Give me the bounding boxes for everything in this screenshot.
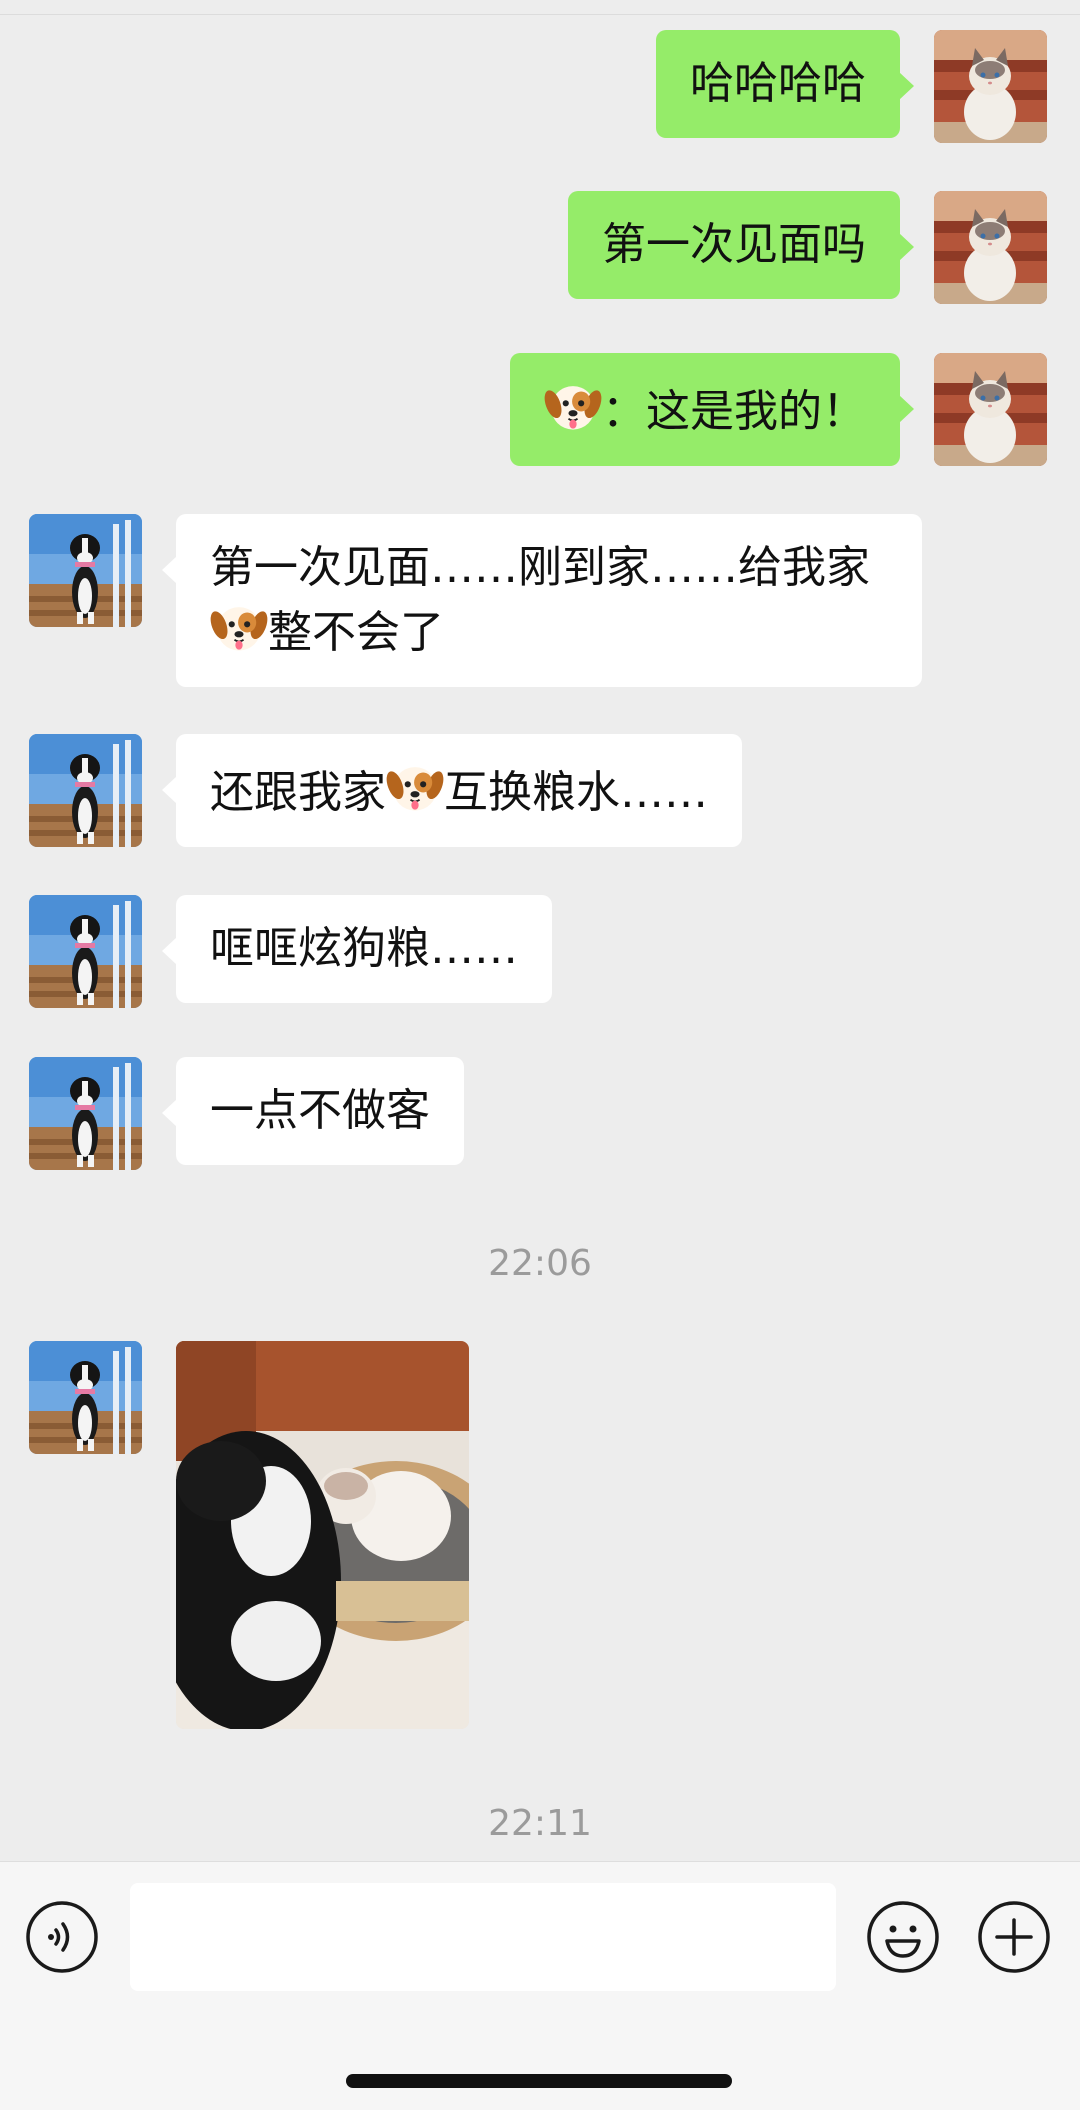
message-text-line: 第一次见面……刚到家……给我家 [210,542,870,593]
message-bubble-received[interactable]: 哐哐炫狗粮…… [162,895,552,1003]
contact-avatar[interactable] [29,734,142,847]
message-text: 整不会了 [268,607,444,658]
message-bubble-received[interactable]: 一点不做客 [162,1057,464,1165]
emoji-icon[interactable] [866,1900,940,1974]
contact-avatar[interactable] [29,1341,142,1454]
dog-face-emoji-icon [210,598,268,656]
dog-face-emoji-icon [544,377,602,435]
message-text: 哐哐炫狗粮…… [210,923,518,974]
message-text: 第一次见面吗 [602,219,866,270]
message-text: 哈哈哈哈 [690,58,866,109]
dog-face-emoji-icon [386,758,444,816]
message-text: 互换粮水…… [444,767,708,818]
message-bubble-received[interactable]: 第一次见面……刚到家……给我家 整不会了 [162,514,922,687]
top-divider [0,0,1080,15]
contact-avatar[interactable] [29,895,142,1008]
contact-avatar[interactable] [29,514,142,627]
contact-avatar[interactable] [29,1057,142,1170]
timestamp: 22:11 [488,1803,592,1844]
message-bubble-sent[interactable]: 第一次见面吗 [568,191,914,299]
message-text-line: 整不会了 [210,598,888,663]
my-avatar[interactable] [934,191,1047,304]
message-bubble-sent[interactable]: ：这是我的！ [510,353,914,466]
my-avatar[interactable] [934,30,1047,143]
message-text: 还跟我家 [210,767,386,818]
voice-icon[interactable] [25,1900,99,1974]
message-text: ：这是我的！ [602,386,866,437]
photo-dog-and-cat-in-basket[interactable] [176,1341,469,1729]
message-input[interactable] [130,1883,836,1991]
message-bubble-received[interactable]: 还跟我家 互换粮水…… [162,734,742,847]
message-bubble-sent[interactable]: 哈哈哈哈 [656,30,914,138]
timestamp: 22:06 [488,1243,592,1284]
plus-icon[interactable] [977,1900,1051,1974]
my-avatar[interactable] [934,353,1047,466]
home-indicator [346,2074,732,2088]
message-text: 一点不做客 [210,1085,430,1136]
